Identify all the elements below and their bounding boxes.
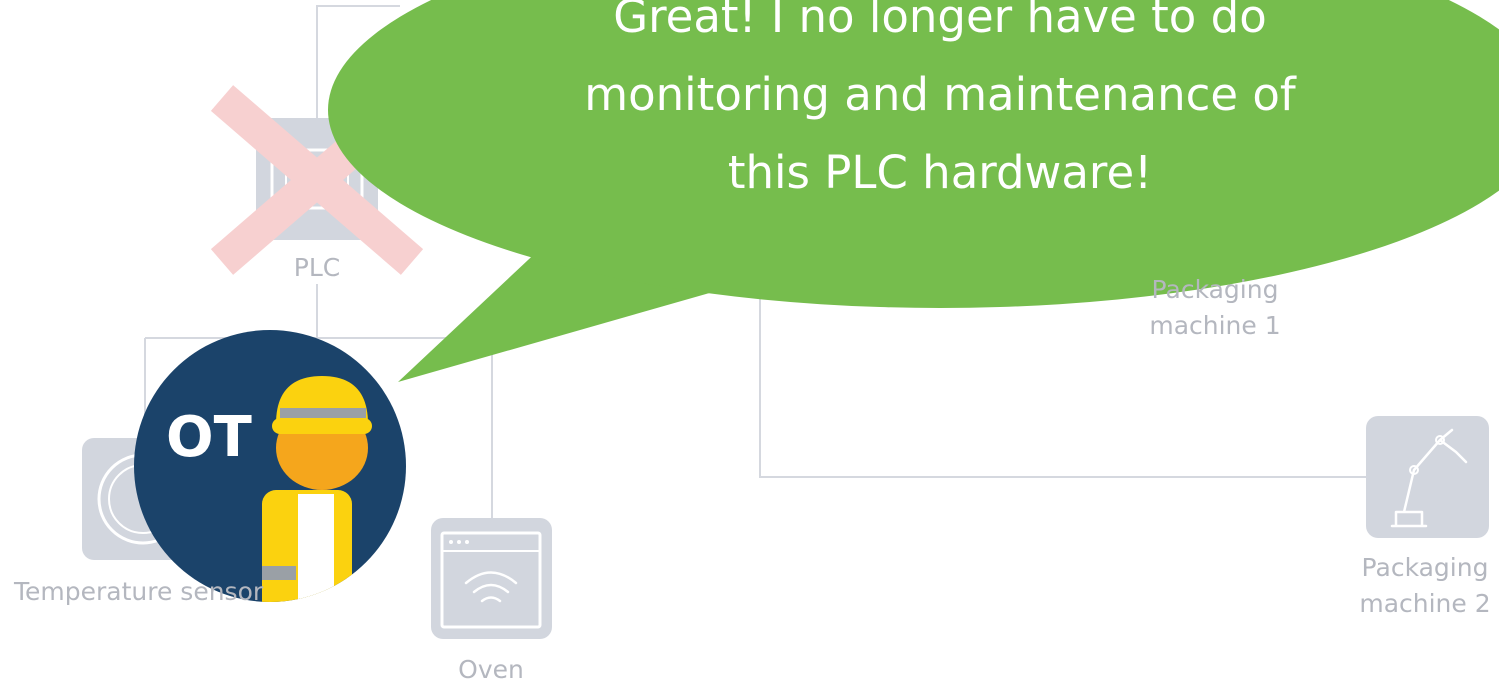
packaging-machine-1-label-line-2: machine 1: [1149, 311, 1281, 340]
speech-bubble-line-3: this PLC hardware!: [727, 146, 1153, 199]
persona-badge: OT: [166, 405, 252, 470]
speech-bubble-text: Great! I no longer have to do monitoring…: [480, 0, 1400, 212]
temperature-sensor-label: Temperature sensor: [14, 577, 264, 606]
oven-label: Oven: [458, 655, 524, 684]
oven-tile: [431, 518, 552, 639]
oven-node: [431, 518, 552, 639]
packaging-machine-1-label: Packaging machine 1: [1130, 272, 1300, 344]
packaging-machine-2-label-line-1: Packaging: [1361, 553, 1489, 582]
speech-bubble-line-2: monitoring and maintenance of: [584, 68, 1296, 121]
plc-label: PLC: [293, 253, 341, 282]
packaging-machine-1-label-line-1: Packaging: [1151, 275, 1279, 304]
packaging-machine-2-label-line-2: machine 2: [1359, 589, 1491, 618]
packaging-machine-2-label: Packaging machine 2: [1352, 550, 1498, 622]
packaging-machine-2-node: [1366, 416, 1489, 538]
speech-bubble-line-1: Great! I no longer have to do: [613, 0, 1267, 43]
packaging-machine-2-tile: [1366, 416, 1489, 538]
